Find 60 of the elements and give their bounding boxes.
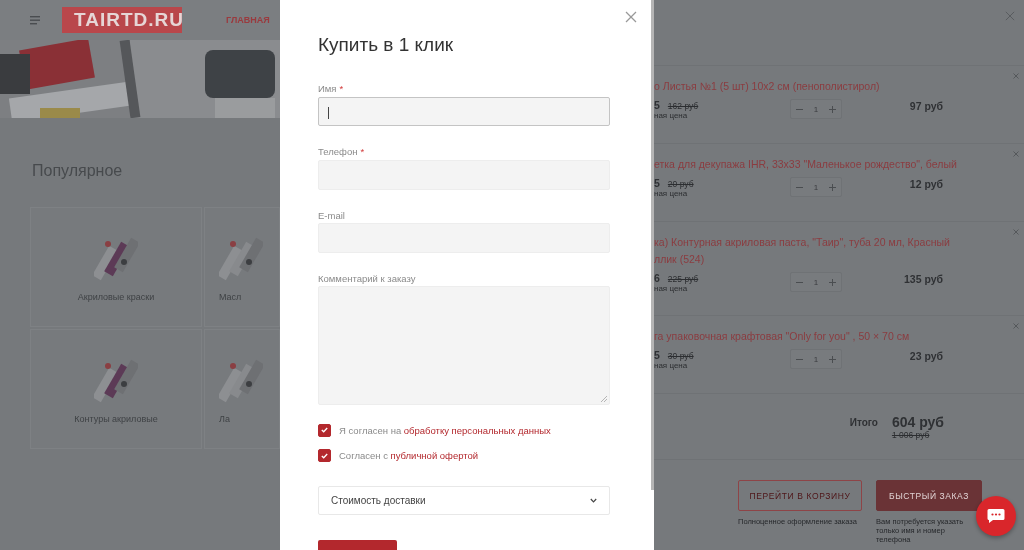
comment-field[interactable]: [318, 285, 610, 405]
agreement-text: Я согласен на обработку персональных данных: [339, 424, 551, 436]
old-price: 225 руб: [667, 274, 699, 284]
plus-icon[interactable]: [828, 278, 836, 286]
item-total: 97 руб: [908, 99, 943, 112]
product-price: 6: [654, 272, 660, 284]
field-label: Телефон *: [318, 146, 366, 158]
plus-icon[interactable]: [828, 183, 836, 191]
close-icon[interactable]: [625, 11, 637, 23]
chevron-down-icon: [590, 498, 597, 503]
modal-title: Купить в 1 клик: [318, 33, 455, 57]
field-label: Имя *: [318, 83, 345, 95]
required-mark: *: [339, 83, 344, 94]
old-total: 1 006 руб: [891, 430, 931, 440]
chat-button[interactable]: [976, 496, 1016, 536]
site-logo[interactable]: TAIRTD.RU: [62, 7, 182, 33]
check-icon: [321, 427, 328, 434]
required-mark: *: [360, 146, 365, 158]
item-total: 135 руб: [902, 272, 943, 285]
field-label: E-mail: [318, 209, 346, 222]
old-price: 20 руб: [667, 179, 694, 189]
product-price: 5: [654, 349, 660, 361]
price-note: ная цена: [654, 284, 689, 293]
plus-icon[interactable]: [828, 105, 836, 113]
close-icon[interactable]: [1005, 11, 1015, 21]
product-name[interactable]: етка для декупажа IHR, 33х33 "Маленькое рождество", белый: [654, 156, 974, 173]
input-field[interactable]: [318, 96, 610, 127]
old-price: 30 руб: [667, 351, 694, 361]
cart-button[interactable]: ПЕРЕЙТИ В КОРЗИНУ: [738, 480, 862, 511]
product-price: 5: [654, 99, 660, 111]
total-label: Итого: [849, 416, 878, 430]
price-note: ная цена: [654, 361, 689, 370]
field-label: Комментарий к заказу: [318, 273, 417, 285]
delivery-select[interactable]: Стоимость доставки: [318, 485, 610, 516]
quick-order-button[interactable]: БЫСТРЫЙ ЗАКАЗ: [876, 480, 982, 511]
check-icon: [321, 452, 328, 459]
product-name[interactable]: ка) Контурная акриловая паста, "Таир", туба 20 мл, Красный ллик (524): [654, 234, 974, 268]
menu-icon[interactable]: [30, 15, 40, 25]
remove-icon[interactable]: [1013, 229, 1019, 235]
plus-icon[interactable]: [828, 355, 836, 363]
price-note: ная цена: [654, 189, 689, 198]
old-price: 162 руб: [667, 101, 699, 111]
remove-icon[interactable]: [1013, 151, 1019, 157]
checkbox[interactable]: [318, 449, 331, 463]
resize-icon[interactable]: [601, 395, 607, 402]
scrollbar[interactable]: [651, 0, 654, 490]
chat-icon: [987, 508, 1005, 524]
remove-icon[interactable]: [1013, 73, 1019, 79]
price-note: ная цена: [654, 111, 689, 120]
total-value: 604 руб: [891, 414, 944, 430]
checkbox[interactable]: [318, 423, 331, 437]
nav-link[interactable]: ГЛАВНАЯ: [226, 15, 270, 25]
agreement-link[interactable]: обработку персональных данных: [403, 424, 551, 436]
agreement-link[interactable]: публичной офертой: [390, 450, 479, 462]
product-price: 5: [654, 177, 660, 189]
item-total: 23 руб: [908, 349, 943, 362]
agreement-text: Согласен с публичной офертой: [339, 450, 479, 462]
item-total: 12 руб: [908, 177, 943, 190]
text-cursor: [328, 106, 329, 119]
remove-icon[interactable]: [1013, 323, 1019, 329]
